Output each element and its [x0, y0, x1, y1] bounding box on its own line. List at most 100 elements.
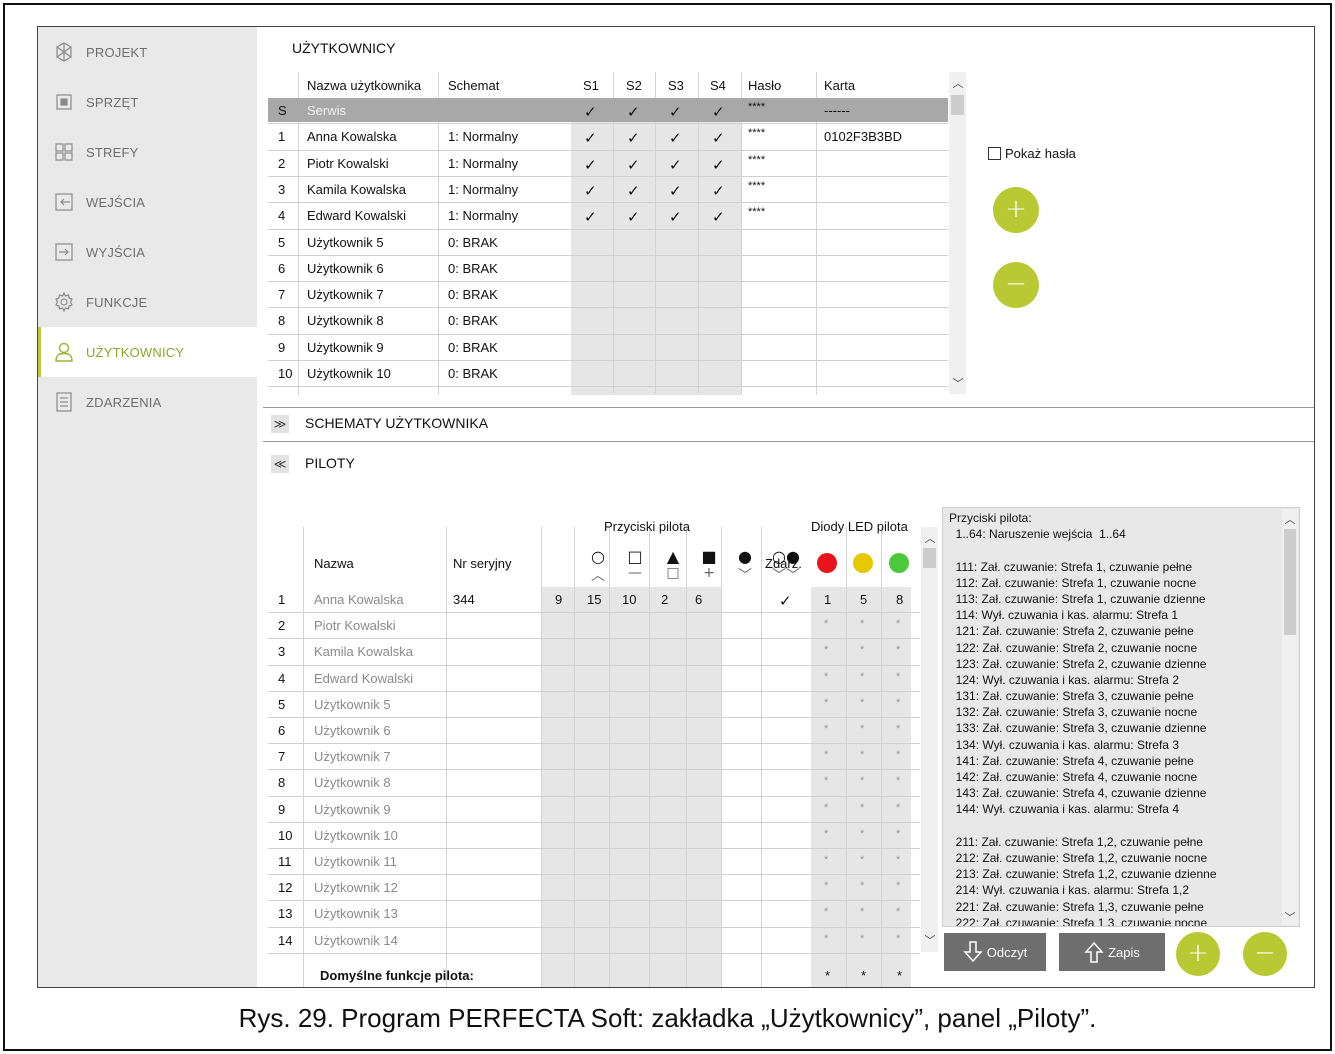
col-header-remote-name[interactable]: Nazwa	[314, 556, 354, 571]
user-cell-name[interactable]: Anna Kowalska	[307, 129, 397, 144]
user-cell-name[interactable]: Użytkownik 9	[307, 340, 384, 355]
remote-cell-name[interactable]: Użytkownik 5	[314, 697, 391, 712]
remote-cell-l1[interactable]: *	[824, 644, 828, 656]
col-header-serial[interactable]: Nr seryjny	[453, 556, 512, 571]
remote-cell-l2[interactable]: *	[860, 618, 864, 630]
user-cell-s1[interactable]: ✓	[584, 103, 597, 121]
user-cell-schema[interactable]: 0: BRAK	[448, 261, 498, 276]
remote-cell-l1[interactable]: *	[824, 933, 828, 945]
user-cell-s4[interactable]: ✓	[712, 103, 725, 121]
remote-cell-l2[interactable]: *	[860, 933, 864, 945]
col-header-s4[interactable]: S4	[710, 78, 726, 93]
remote-cell-l1[interactable]: *	[824, 671, 828, 683]
remotes-section-title[interactable]: PILOTY	[305, 455, 355, 471]
user-cell-password[interactable]: ****	[748, 206, 765, 218]
user-cell-s2[interactable]: ✓	[627, 103, 640, 121]
col-header-s3[interactable]: S3	[668, 78, 684, 93]
remote-cell-l2[interactable]: *	[860, 906, 864, 918]
user-cell-password[interactable]: ****	[748, 154, 765, 166]
sidebar-item-strefy[interactable]: STREFY	[38, 127, 257, 177]
user-cell-s1[interactable]: ✓	[584, 156, 597, 174]
remote-cell-l3[interactable]: *	[896, 933, 900, 945]
default-led-3[interactable]: *	[897, 968, 902, 983]
remote-cell-name[interactable]: Użytkownik 7	[314, 749, 391, 764]
remote-cell-l1[interactable]: *	[824, 749, 828, 761]
add-remote-button[interactable]: +	[1176, 932, 1220, 976]
remote-cell-l2[interactable]: *	[860, 828, 864, 840]
user-cell-s3[interactable]: ✓	[669, 208, 682, 226]
remote-cell-name[interactable]: Użytkownik 14	[314, 933, 398, 948]
remote-cell-name[interactable]: Użytkownik 13	[314, 906, 398, 921]
remote-cell-serial[interactable]: 344	[453, 592, 475, 607]
remote-cell-l3[interactable]: 8	[896, 592, 903, 607]
remote-cell-l1[interactable]: 1	[824, 592, 831, 607]
user-cell-card[interactable]: ------	[824, 103, 850, 118]
remote-cell-name[interactable]: Użytkownik 10	[314, 828, 398, 843]
remote-cell-l3[interactable]: *	[896, 749, 900, 761]
remote-cell-name[interactable]: Użytkownik 9	[314, 802, 391, 817]
user-cell-name[interactable]: Kamila Kowalska	[307, 182, 406, 197]
remote-cell-name[interactable]: Edward Kowalski	[314, 671, 413, 686]
add-user-button[interactable]: +	[993, 187, 1039, 233]
remote-cell-l2[interactable]: *	[860, 880, 864, 892]
remote-cell-l3[interactable]: *	[896, 854, 900, 866]
remote-cell-b1[interactable]: 9	[555, 592, 562, 607]
default-led-1[interactable]: *	[825, 968, 830, 983]
scroll-down-icon[interactable]: ﹀	[924, 932, 936, 948]
user-cell-password[interactable]: ****	[748, 180, 765, 192]
remote-cell-event[interactable]: ✓	[779, 592, 792, 610]
sidebar-item-projekt[interactable]: PROJEKT	[38, 27, 257, 77]
user-cell-name[interactable]: Użytkownik 6	[307, 261, 384, 276]
user-cell-s4[interactable]: ✓	[712, 129, 725, 147]
user-cell-schema[interactable]: 1: Normalny	[448, 129, 518, 144]
scroll-down-icon[interactable]: ﹀	[1284, 909, 1296, 925]
col-header-name[interactable]: Nazwa użytkownika	[307, 78, 421, 93]
remote-cell-l1[interactable]: *	[824, 697, 828, 709]
scroll-down-icon[interactable]: ﹀	[952, 375, 964, 391]
remote-cell-l2[interactable]: *	[860, 775, 864, 787]
user-cell-s2[interactable]: ✓	[627, 129, 640, 147]
sidebar-item-wejscia[interactable]: WEJŚCIA	[38, 177, 257, 227]
remote-cell-b3[interactable]: 10	[622, 592, 636, 607]
users-scrollbar[interactable]	[949, 72, 966, 394]
remote-cell-name[interactable]: Użytkownik 12	[314, 880, 398, 895]
remote-cell-name[interactable]: Użytkownik 8	[314, 775, 391, 790]
user-cell-name[interactable]: Piotr Kowalski	[307, 156, 389, 171]
user-cell-s4[interactable]: ✓	[712, 208, 725, 226]
remote-cell-l3[interactable]: *	[896, 906, 900, 918]
user-cell-schema[interactable]: 0: BRAK	[448, 366, 498, 381]
remote-cell-l2[interactable]: *	[860, 697, 864, 709]
remote-cell-l3[interactable]: *	[896, 644, 900, 656]
sidebar-item-wyjscia[interactable]: WYJŚCIA	[38, 227, 257, 277]
user-cell-s2[interactable]: ✓	[627, 156, 640, 174]
remote-cell-l3[interactable]: *	[896, 775, 900, 787]
remote-cell-name[interactable]: Użytkownik 11	[314, 854, 397, 869]
remote-cell-l2[interactable]: *	[860, 671, 864, 683]
remote-cell-l1[interactable]: *	[824, 880, 828, 892]
col-header-schema[interactable]: Schemat	[448, 78, 499, 93]
remote-cell-b4[interactable]: 2	[661, 592, 668, 607]
info-scrollbar-thumb[interactable]	[1284, 529, 1296, 635]
users-scrollbar-thumb[interactable]	[951, 95, 964, 115]
read-button[interactable]: Odczyt	[944, 933, 1046, 971]
user-cell-schema[interactable]: 0: BRAK	[448, 313, 498, 328]
remote-cell-name[interactable]: Anna Kowalska	[314, 592, 404, 607]
sidebar-item-uzytkownicy[interactable]: UŻYTKOWNICY	[38, 327, 257, 377]
user-cell-name[interactable]: Użytkownik 8	[307, 313, 384, 328]
user-cell-s2[interactable]: ✓	[627, 182, 640, 200]
remote-cell-l2[interactable]: 5	[860, 592, 867, 607]
remote-cell-l3[interactable]: *	[896, 723, 900, 735]
remote-cell-b5[interactable]: 6	[695, 592, 702, 607]
user-cell-s1[interactable]: ✓	[584, 208, 597, 226]
remotes-scrollbar-thumb[interactable]	[923, 548, 936, 568]
remove-user-button[interactable]: −	[993, 262, 1039, 308]
user-cell-password[interactable]: ****	[748, 101, 765, 113]
user-cell-s2[interactable]: ✓	[627, 208, 640, 226]
user-cell-s4[interactable]: ✓	[712, 156, 725, 174]
write-button[interactable]: Zapis	[1059, 933, 1165, 971]
sidebar-item-zdarzenia[interactable]: ZDARZENIA	[38, 377, 257, 427]
scroll-up-icon[interactable]: ︿	[924, 530, 936, 546]
user-cell-password[interactable]: ****	[748, 127, 765, 139]
remote-cell-l2[interactable]: *	[860, 644, 864, 656]
remote-cell-l2[interactable]: *	[860, 854, 864, 866]
